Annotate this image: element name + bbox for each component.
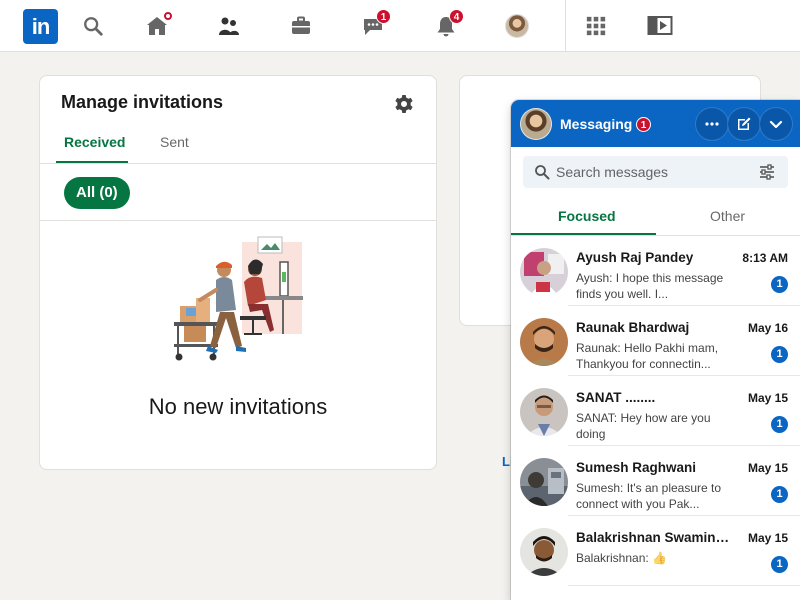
nav-divider: [565, 0, 566, 52]
bell-icon[interactable]: 4: [432, 9, 464, 40]
linkedin-logo[interactable]: in: [23, 9, 58, 44]
avatar: [520, 108, 552, 140]
conversation-date: May 15: [747, 461, 788, 475]
filter-all-pill[interactable]: All (0): [64, 177, 130, 209]
conversation-date: May 15: [747, 531, 788, 545]
compose-icon: [738, 117, 751, 130]
avatar: [520, 318, 568, 366]
conversation-date: May 16: [747, 321, 788, 335]
ellipsis-icon: [705, 122, 719, 126]
divider: [40, 163, 436, 164]
avatar: [520, 458, 568, 506]
tab-focused[interactable]: Focused: [558, 208, 616, 224]
home-notification-dot: [162, 10, 174, 22]
apps-grid-icon[interactable]: [582, 12, 610, 40]
avatar: [520, 528, 568, 576]
search-box: [523, 156, 788, 188]
unread-count-badge: 1: [771, 556, 788, 573]
empty-state-message: No new invitations: [148, 394, 328, 419]
conversation-name: Ayush Raj Pandey: [576, 250, 694, 265]
tab-other[interactable]: Other: [710, 208, 745, 224]
profile-avatar[interactable]: [505, 14, 529, 38]
conversation-snippet: Raunak: Hello Pakhi mam, Thankyou for co…: [576, 341, 719, 371]
manage-invitations-card: Manage invitations Received Sent All (0): [39, 75, 437, 470]
page-title: Manage invitations: [61, 92, 224, 112]
chevron-down-icon: [769, 120, 783, 129]
network-icon[interactable]: [215, 12, 243, 40]
messaging-badge: 1: [376, 9, 391, 24]
unread-count-badge: 1: [771, 346, 788, 363]
conversation-date: May 15: [747, 391, 788, 405]
conversation-date: 8:13 AM: [742, 251, 788, 265]
compose-message-button[interactable]: [728, 108, 760, 140]
tab-received[interactable]: Received: [64, 134, 125, 150]
search-input[interactable]: [556, 156, 751, 188]
messaging-panel: Messaging 1 Focused Other Ayush Raj Pand…: [511, 100, 800, 600]
conversation-name: SANAT ........: [576, 390, 656, 405]
messaging-header[interactable]: Messaging 1: [511, 100, 800, 147]
empty-state-illustration: [170, 234, 310, 369]
conversation-item[interactable]: Raunak Bhardwaj May 16 Raunak: Hello Pak…: [511, 306, 800, 376]
conversation-name: Balakrishnan Swaminat...: [576, 530, 736, 545]
divider: [40, 220, 436, 221]
avatar: [520, 388, 568, 436]
unread-count-badge: 1: [771, 416, 788, 433]
filter-icon[interactable]: [759, 164, 775, 180]
conversation-snippet: Balakrishnan: 👍: [576, 551, 667, 565]
jobs-icon[interactable]: [287, 12, 315, 40]
conversation-item[interactable]: SANAT ........ May 15 SANAT: Hey how are…: [511, 376, 800, 446]
messaging-unread-badge: 1: [636, 117, 651, 132]
conversation-item[interactable]: Sumesh Raghwani May 15 Sumesh: It's an p…: [511, 446, 800, 516]
conversation-name: Raunak Bhardwaj: [576, 320, 690, 335]
top-nav: in 1 4: [0, 0, 800, 52]
unread-count-badge: 1: [771, 276, 788, 293]
learning-icon[interactable]: [646, 12, 674, 40]
collapse-button[interactable]: [760, 108, 792, 140]
more-options-button[interactable]: [696, 108, 728, 140]
search-icon: [535, 165, 550, 180]
conversation-item[interactable]: Balakrishnan Swaminat... May 15 Balakris…: [511, 516, 800, 586]
conversation-snippet: Sumesh: It's an pleasure to connect with…: [576, 481, 722, 511]
gear-icon[interactable]: [392, 92, 416, 116]
tab-sent[interactable]: Sent: [160, 134, 189, 150]
conversation-name: Sumesh Raghwani: [576, 460, 697, 475]
notifications-badge: 4: [449, 9, 464, 24]
messaging-icon[interactable]: 1: [359, 9, 391, 40]
conversation-item[interactable]: Ayush Raj Pandey 8:13 AM Ayush: I hope t…: [511, 236, 800, 306]
search-icon[interactable]: [79, 12, 107, 40]
messaging-title: Messaging: [560, 116, 633, 132]
home-icon[interactable]: [143, 10, 174, 40]
unread-count-badge: 1: [771, 486, 788, 503]
avatar: [520, 248, 568, 296]
conversation-snippet: Ayush: I hope this message finds you wel…: [576, 271, 724, 301]
conversation-snippet: SANAT: Hey how are you doing: [576, 411, 711, 441]
divider: [568, 585, 800, 586]
